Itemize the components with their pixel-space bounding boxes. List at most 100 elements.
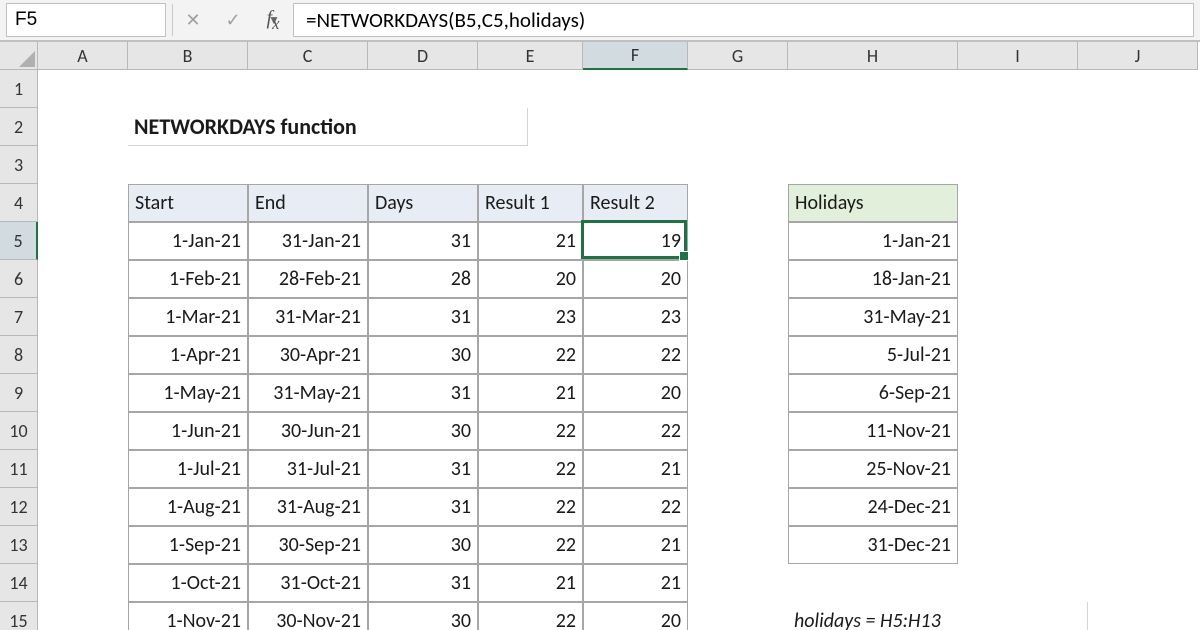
cell-r2-12[interactable]: 22 — [583, 488, 688, 526]
insert-function-button[interactable]: fx — [253, 0, 293, 40]
cell-end-12[interactable]: 31-Aug-21 — [248, 488, 368, 526]
cell-start-12[interactable]: 1-Aug-21 — [128, 488, 248, 526]
cell-r2-9[interactable]: 20 — [583, 374, 688, 412]
cell-r2-5[interactable]: 19 — [583, 222, 688, 260]
row-head-2[interactable]: 2 — [0, 108, 38, 146]
worksheet[interactable]: ABCDEFGHIJ 123456789101112131415 NETWORK… — [0, 42, 1200, 630]
cell-end-9[interactable]: 31-May-21 — [248, 374, 368, 412]
cell-start-15[interactable]: 1-Nov-21 — [128, 602, 248, 630]
cell-end-11[interactable]: 31-Jul-21 — [248, 450, 368, 488]
cell-start-14[interactable]: 1-Oct-21 — [128, 564, 248, 602]
cell-holiday-12[interactable]: 24-Dec-21 — [788, 488, 958, 526]
select-all-button[interactable] — [0, 42, 38, 70]
cell-holiday-11[interactable]: 25-Nov-21 — [788, 450, 958, 488]
cell-holiday-5[interactable]: 1-Jan-21 — [788, 222, 958, 260]
cell-start-5[interactable]: 1-Jan-21 — [128, 222, 248, 260]
col-head-F[interactable]: F — [583, 42, 688, 70]
col-head-G[interactable]: G — [688, 42, 788, 70]
cell-end-8[interactable]: 30-Apr-21 — [248, 336, 368, 374]
row-head-3[interactable]: 3 — [0, 146, 38, 184]
row-head-6[interactable]: 6 — [0, 260, 38, 298]
cell-start-13[interactable]: 1-Sep-21 — [128, 526, 248, 564]
cell-days-14[interactable]: 31 — [368, 564, 478, 602]
cell-end-10[interactable]: 30-Jun-21 — [248, 412, 368, 450]
row-head-5[interactable]: 5 — [0, 222, 38, 260]
cell-days-7[interactable]: 31 — [368, 298, 478, 336]
cell-days-12[interactable]: 31 — [368, 488, 478, 526]
name-box-container[interactable]: ▼ — [6, 3, 166, 37]
cell-hdr-days[interactable]: Days — [368, 184, 478, 222]
cell-days-15[interactable]: 30 — [368, 602, 478, 630]
col-head-I[interactable]: I — [958, 42, 1078, 70]
cell-hdr-r2[interactable]: Result 2 — [583, 184, 688, 222]
row-head-9[interactable]: 9 — [0, 374, 38, 412]
cell-r2-7[interactable]: 23 — [583, 298, 688, 336]
cell-r1-9[interactable]: 21 — [478, 374, 583, 412]
enter-formula-button[interactable]: ✓ — [213, 0, 253, 40]
cell-r1-12[interactable]: 22 — [478, 488, 583, 526]
row-head-4[interactable]: 4 — [0, 184, 38, 222]
cell-holiday-6[interactable]: 18-Jan-21 — [788, 260, 958, 298]
cancel-formula-button[interactable]: ✕ — [173, 0, 213, 40]
cell-r1-8[interactable]: 22 — [478, 336, 583, 374]
row-head-1[interactable]: 1 — [0, 70, 38, 108]
col-head-B[interactable]: B — [128, 42, 248, 70]
cell-start-9[interactable]: 1-May-21 — [128, 374, 248, 412]
cell-start-7[interactable]: 1-Mar-21 — [128, 298, 248, 336]
cell-end-13[interactable]: 30-Sep-21 — [248, 526, 368, 564]
cell-holiday-8[interactable]: 5-Jul-21 — [788, 336, 958, 374]
row-head-8[interactable]: 8 — [0, 336, 38, 374]
cell-days-6[interactable]: 28 — [368, 260, 478, 298]
cell-r1-11[interactable]: 22 — [478, 450, 583, 488]
cell-end-6[interactable]: 28-Feb-21 — [248, 260, 368, 298]
cell-holiday-9[interactable]: 6-Sep-21 — [788, 374, 958, 412]
cell-days-11[interactable]: 31 — [368, 450, 478, 488]
row-head-14[interactable]: 14 — [0, 564, 38, 602]
cell-start-10[interactable]: 1-Jun-21 — [128, 412, 248, 450]
cell-holiday-13[interactable]: 31-Dec-21 — [788, 526, 958, 564]
cell-hdr-holidays[interactable]: Holidays — [788, 184, 958, 222]
cell-r2-13[interactable]: 21 — [583, 526, 688, 564]
cell-r1-15[interactable]: 22 — [478, 602, 583, 630]
cell-days-10[interactable]: 30 — [368, 412, 478, 450]
row-head-11[interactable]: 11 — [0, 450, 38, 488]
cell-days-9[interactable]: 31 — [368, 374, 478, 412]
row-head-12[interactable]: 12 — [0, 488, 38, 526]
cell-days-5[interactable]: 31 — [368, 222, 478, 260]
col-head-A[interactable]: A — [38, 42, 128, 70]
cell-holiday-10[interactable]: 11-Nov-21 — [788, 412, 958, 450]
cell-days-13[interactable]: 30 — [368, 526, 478, 564]
cell-end-7[interactable]: 31-Mar-21 — [248, 298, 368, 336]
col-head-J[interactable]: J — [1078, 42, 1198, 70]
cell-r1-7[interactable]: 23 — [478, 298, 583, 336]
cell-r2-6[interactable]: 20 — [583, 260, 688, 298]
cell-r2-14[interactable]: 21 — [583, 564, 688, 602]
col-head-D[interactable]: D — [368, 42, 478, 70]
cell-holiday-7[interactable]: 31-May-21 — [788, 298, 958, 336]
cell-start-8[interactable]: 1-Apr-21 — [128, 336, 248, 374]
cell-r1-6[interactable]: 20 — [478, 260, 583, 298]
formula-input[interactable] — [293, 3, 1194, 37]
cell-days-8[interactable]: 30 — [368, 336, 478, 374]
cell-end-5[interactable]: 31-Jan-21 — [248, 222, 368, 260]
cell-end-14[interactable]: 31-Oct-21 — [248, 564, 368, 602]
col-head-H[interactable]: H — [788, 42, 958, 70]
cell-start-11[interactable]: 1-Jul-21 — [128, 450, 248, 488]
col-head-C[interactable]: C — [248, 42, 368, 70]
cell-title[interactable]: NETWORKDAYS function — [128, 108, 528, 146]
row-head-15[interactable]: 15 — [0, 602, 38, 630]
col-head-E[interactable]: E — [478, 42, 583, 70]
cell-r1-10[interactable]: 22 — [478, 412, 583, 450]
cell-start-6[interactable]: 1-Feb-21 — [128, 260, 248, 298]
cell-r2-15[interactable]: 20 — [583, 602, 688, 630]
cell-r2-10[interactable]: 22 — [583, 412, 688, 450]
cell-r1-13[interactable]: 22 — [478, 526, 583, 564]
cell-end-15[interactable]: 30-Nov-21 — [248, 602, 368, 630]
cell-r1-14[interactable]: 21 — [478, 564, 583, 602]
cell-r2-8[interactable]: 22 — [583, 336, 688, 374]
row-head-7[interactable]: 7 — [0, 298, 38, 336]
cell-hdr-r1[interactable]: Result 1 — [478, 184, 583, 222]
row-head-10[interactable]: 10 — [0, 412, 38, 450]
cell-hdr-end[interactable]: End — [248, 184, 368, 222]
cell-hdr-start[interactable]: Start — [128, 184, 248, 222]
